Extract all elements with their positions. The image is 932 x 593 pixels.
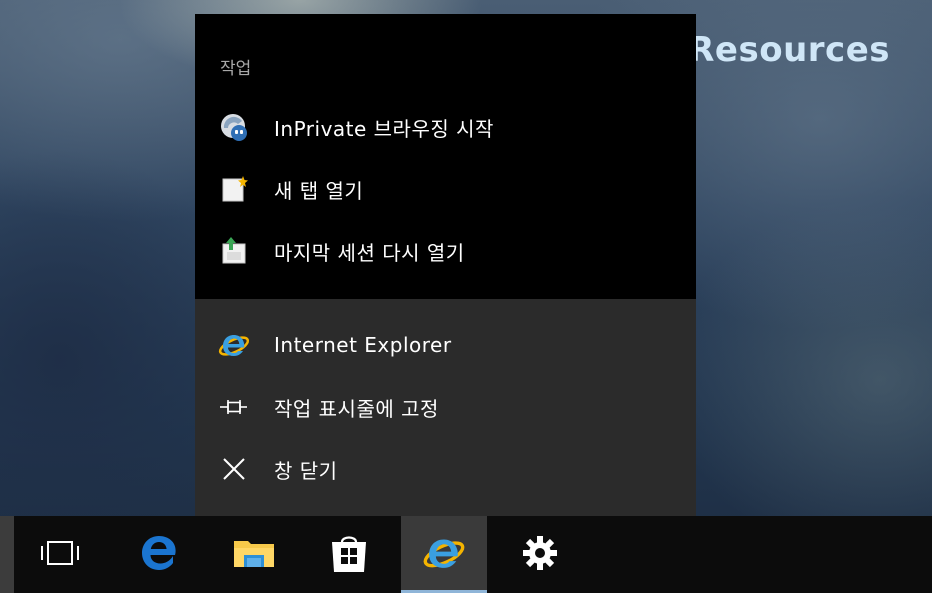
jump-list-app-section: Internet Explorer 작업 표시줄에 고정 창 닫기 xyxy=(195,299,696,516)
edge-icon xyxy=(138,532,180,578)
pin-to-taskbar-label: 작업 표시줄에 고정 xyxy=(274,396,439,421)
edge-button[interactable] xyxy=(116,516,202,593)
new-tab-item[interactable]: 새 탭 열기 xyxy=(195,160,696,218)
pin-to-taskbar-item[interactable]: 작업 표시줄에 고정 xyxy=(195,378,696,436)
internet-explorer-item[interactable]: Internet Explorer xyxy=(195,316,696,374)
internet-explorer-label: Internet Explorer xyxy=(274,333,452,357)
task-view-icon xyxy=(38,538,82,572)
folder-icon xyxy=(232,533,276,577)
inprivate-icon xyxy=(217,110,251,144)
section-title: 작업 xyxy=(220,59,252,79)
gear-icon xyxy=(521,534,559,576)
new-tab-icon xyxy=(217,172,251,206)
inprivate-browsing-label: InPrivate 브라우징 시작 xyxy=(274,116,494,141)
reopen-session-icon xyxy=(217,234,251,268)
task-view-button[interactable] xyxy=(17,516,103,593)
jump-list-menu: 작업 InPrivate 브라우징 시작 새 탭 열기 마지막 세션 다시 열기… xyxy=(195,14,696,516)
store-icon xyxy=(327,532,371,578)
internet-explorer-icon xyxy=(217,328,251,362)
store-button[interactable] xyxy=(306,516,392,593)
reopen-last-session-item[interactable]: 마지막 세션 다시 열기 xyxy=(195,222,696,280)
inprivate-browsing-item[interactable]: InPrivate 브라우징 시작 xyxy=(195,98,696,156)
reopen-last-session-label: 마지막 세션 다시 열기 xyxy=(274,240,465,265)
taskbar xyxy=(0,516,932,593)
close-window-item[interactable]: 창 닫기 xyxy=(195,440,696,498)
internet-explorer-icon xyxy=(421,530,467,580)
internet-explorer-taskbar-button[interactable] xyxy=(401,516,487,593)
pin-icon xyxy=(217,390,251,424)
settings-button[interactable] xyxy=(497,516,583,593)
close-window-label: 창 닫기 xyxy=(274,458,338,483)
file-explorer-button[interactable] xyxy=(211,516,297,593)
taskbar-edge xyxy=(0,516,14,593)
close-icon xyxy=(217,452,251,486)
new-tab-label: 새 탭 열기 xyxy=(274,178,364,203)
jump-list-tasks-section: 작업 InPrivate 브라우징 시작 새 탭 열기 마지막 세션 다시 열기 xyxy=(195,14,696,299)
